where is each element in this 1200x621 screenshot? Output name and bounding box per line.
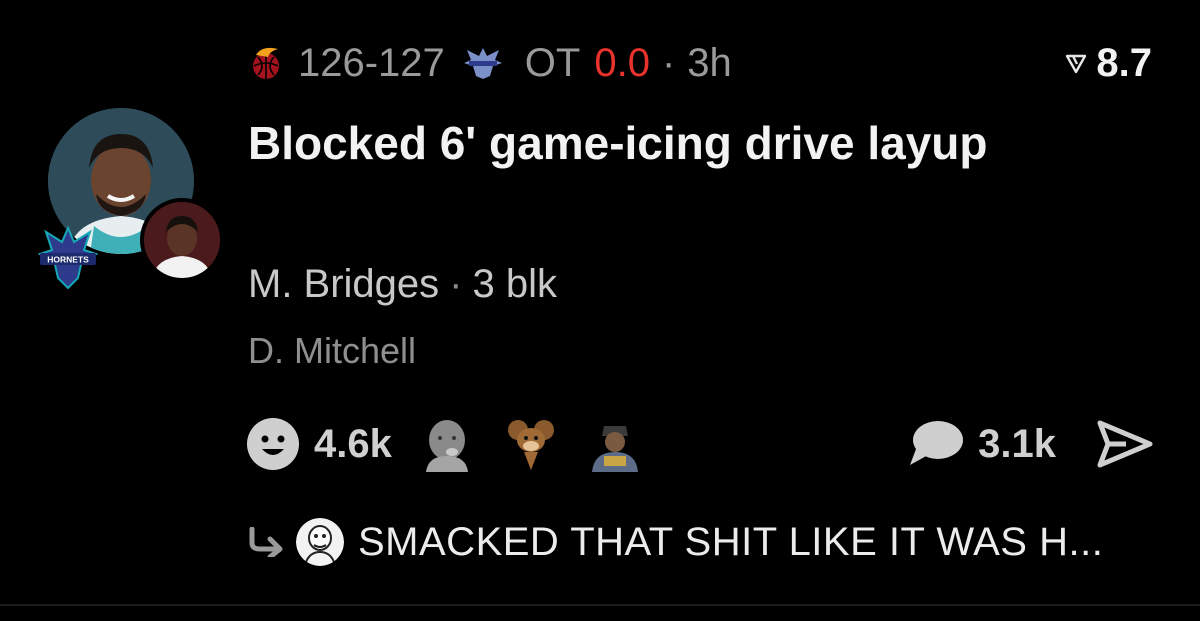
svg-text:HORNETS: HORNETS bbox=[47, 255, 89, 265]
player-stat: 3 blk bbox=[472, 262, 558, 306]
reply-text: SMACKED THAT SHIT LIKE IT WAS H... bbox=[358, 519, 1104, 564]
game-clock: 0.0 bbox=[594, 40, 650, 85]
play-title: Blocked 6' game-icing drive layup bbox=[248, 117, 988, 169]
player-separator: · bbox=[449, 262, 463, 306]
comments-bar: 3.1k bbox=[908, 416, 1154, 472]
play-card[interactable]: HORNETS 126-127 OT 0.0 · 3h 8.7 Blocked … bbox=[0, 0, 1200, 604]
defender-name[interactable]: D. Mitchell bbox=[248, 330, 416, 372]
reply-avatar[interactable] bbox=[296, 518, 344, 566]
play-rating: 8.7 bbox=[1064, 40, 1152, 86]
divider bbox=[0, 604, 1200, 606]
smiley-icon[interactable] bbox=[246, 417, 300, 471]
reaction-count[interactable]: 4.6k bbox=[314, 422, 392, 467]
player-avatar-mitchell[interactable] bbox=[140, 198, 224, 282]
person-reaction-icon[interactable] bbox=[586, 416, 644, 472]
reply-arrow-icon bbox=[249, 527, 283, 557]
post-age: 3h bbox=[687, 40, 732, 85]
score-separator: · bbox=[661, 40, 676, 85]
comment-bubble-icon[interactable] bbox=[908, 419, 964, 469]
player-name[interactable]: M. Bridges bbox=[248, 262, 439, 306]
rating-icon bbox=[1066, 54, 1087, 74]
player-line: M. Bridges · 3 blk bbox=[248, 262, 557, 307]
heat-logo-icon bbox=[253, 47, 279, 79]
baby-reaction-icon[interactable] bbox=[418, 416, 476, 472]
send-icon[interactable] bbox=[1096, 419, 1154, 469]
hornets-logo-icon bbox=[463, 48, 502, 79]
top-reply-preview[interactable]: SMACKED THAT SHIT LIKE IT WAS H... bbox=[248, 516, 1103, 568]
game-score-line: 126-127 OT 0.0 · 3h bbox=[248, 40, 732, 86]
rating-value: 8.7 bbox=[1096, 40, 1152, 85]
comment-count[interactable]: 3.1k bbox=[978, 422, 1056, 467]
reactions-bar: 4.6k bbox=[246, 416, 670, 472]
hornets-logo: HORNETS bbox=[37, 224, 99, 290]
score-value: 126-127 bbox=[298, 40, 445, 85]
jerry-reaction-icon[interactable] bbox=[502, 416, 560, 472]
game-period: OT bbox=[524, 40, 581, 85]
